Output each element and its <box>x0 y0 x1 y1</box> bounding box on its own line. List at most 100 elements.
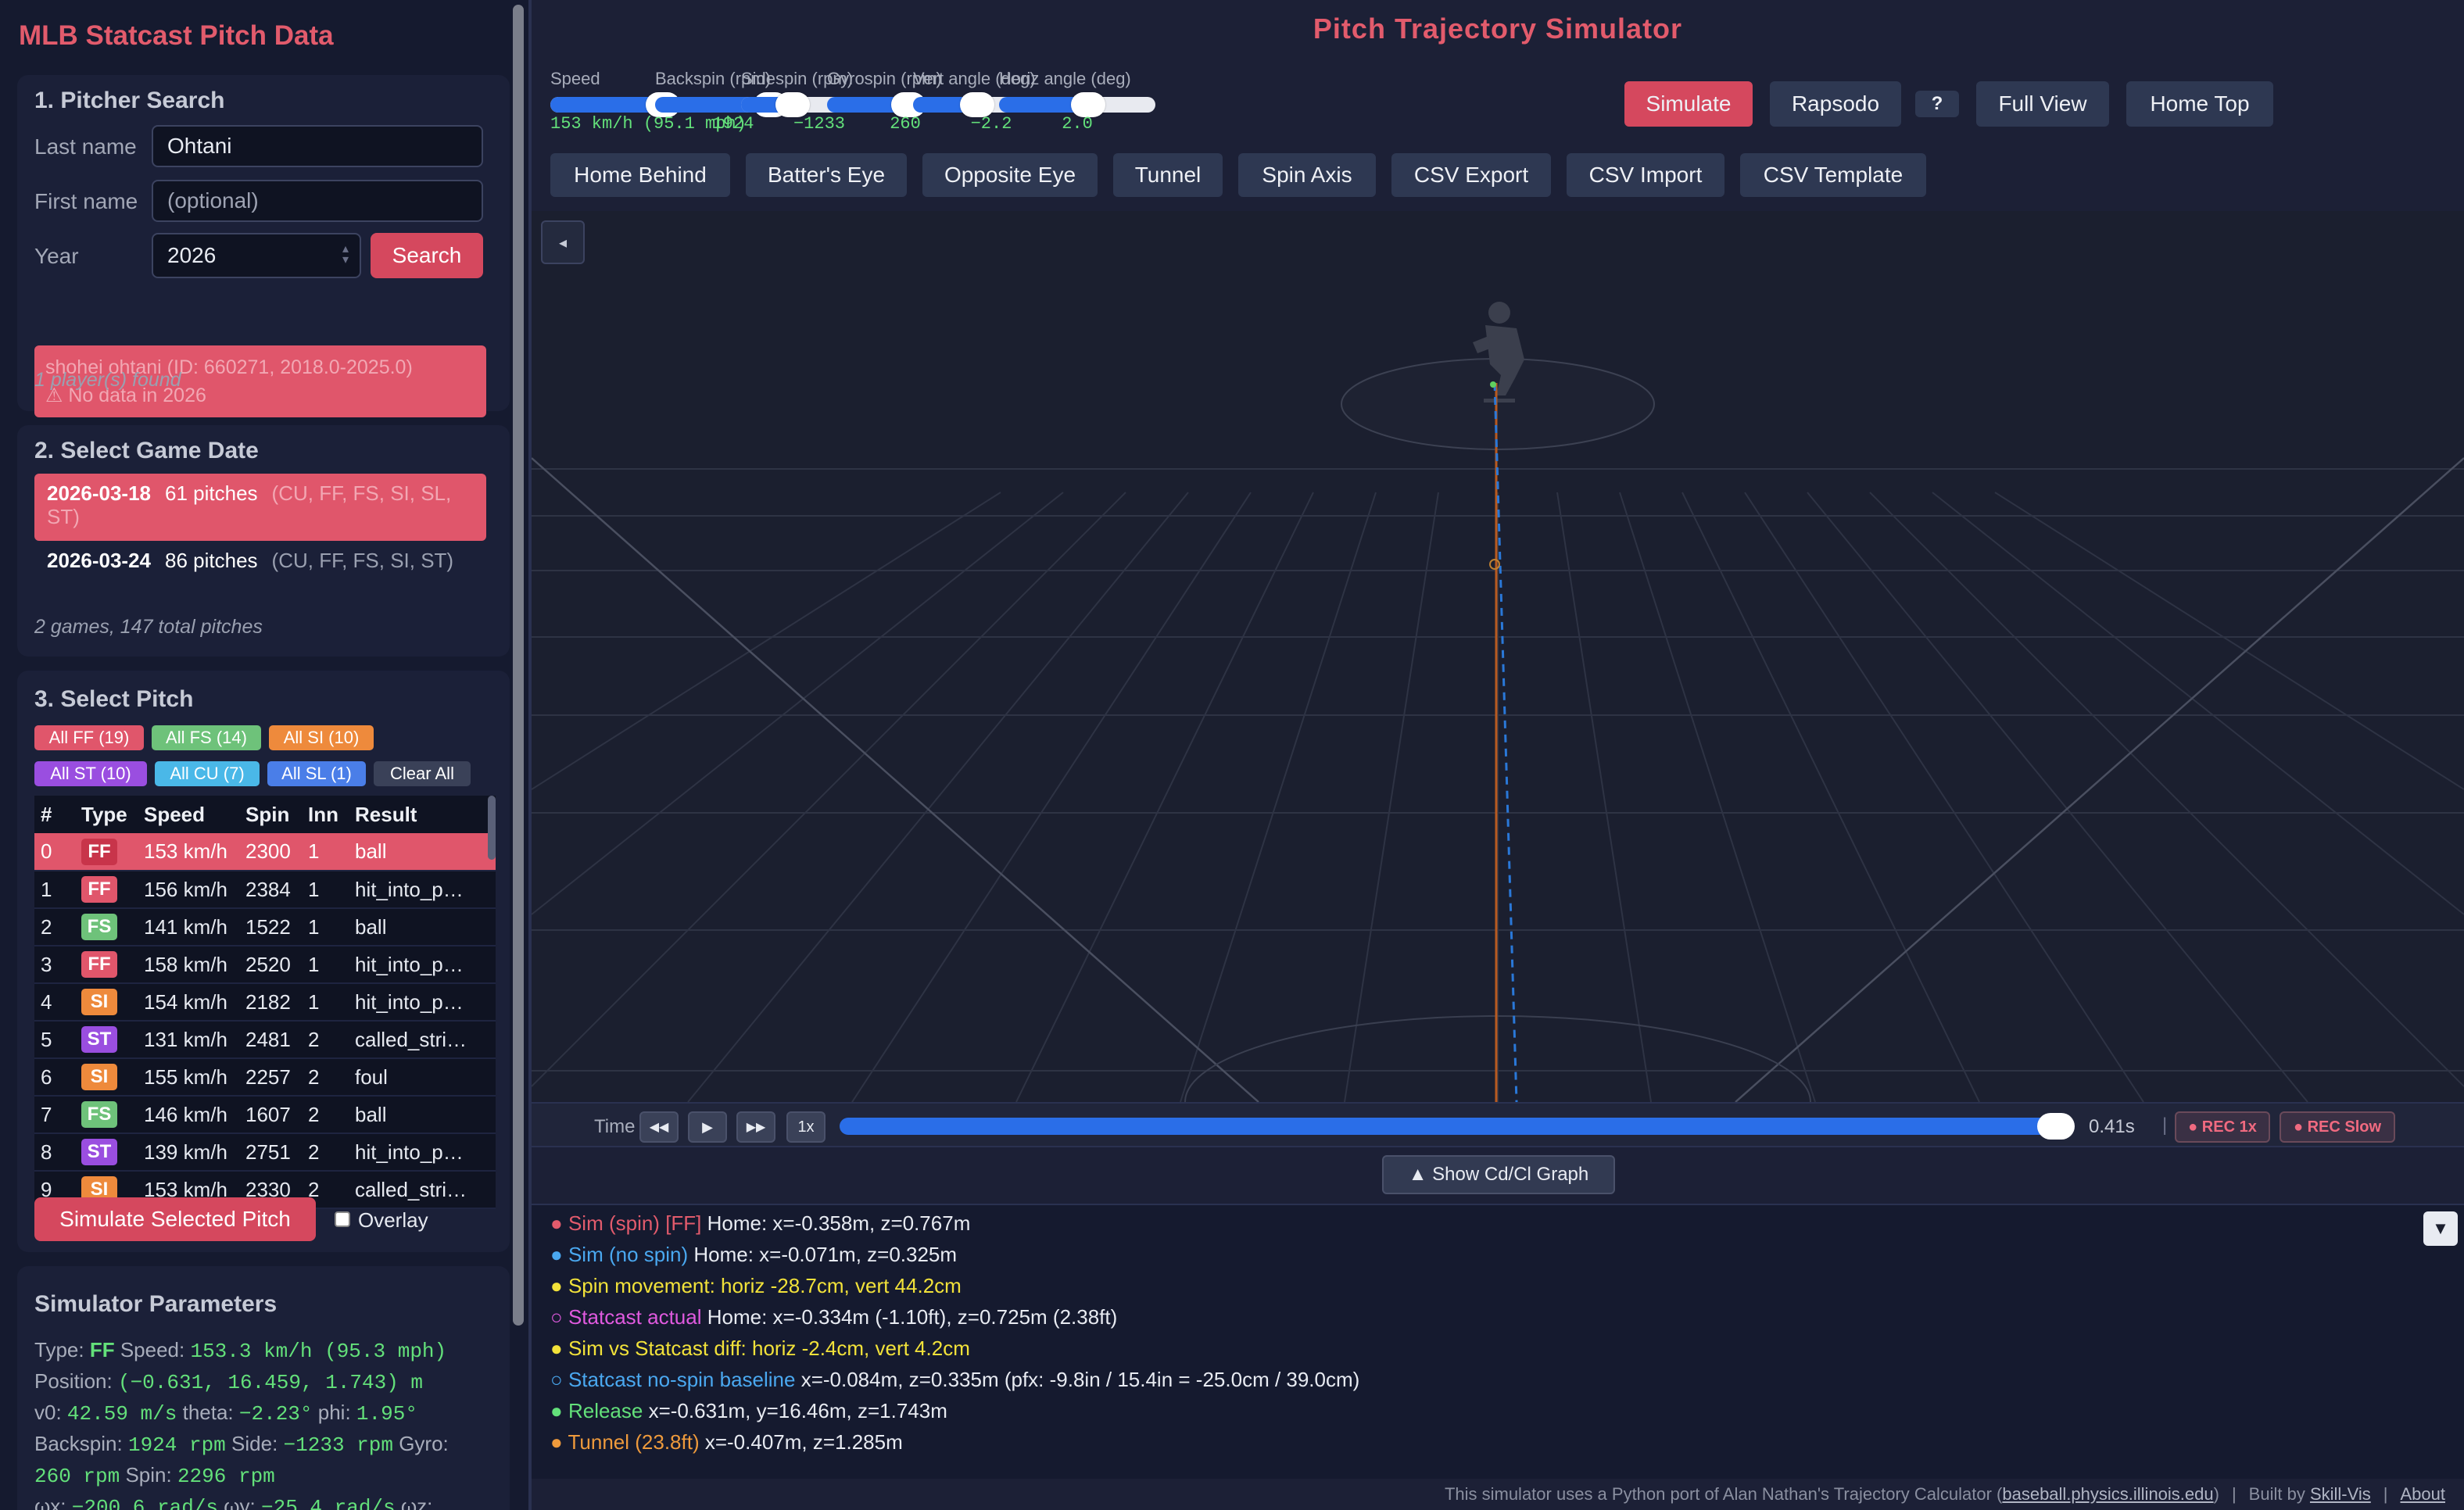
record-slow-button[interactable]: ● REC Slow <box>2280 1111 2395 1143</box>
pitch-inning: 2 <box>302 1058 349 1097</box>
game-item[interactable]: 2026-03-18 61 pitches (CU, FF, FS, SI, SL,… <box>34 474 486 541</box>
result-text: x=-0.631m, y=16.46m, z=1.743m <box>643 1399 947 1422</box>
playback-speed-button[interactable]: 1x <box>786 1111 826 1143</box>
show-graph-button[interactable]: ▲ Show Cd/Cl Graph <box>1382 1155 1615 1194</box>
pitch-row[interactable]: 6 SI 155 km/h 2257 2 foul <box>34 1058 496 1097</box>
pitch-row[interactable]: 8 ST 139 km/h 2751 2 hit_into_p… <box>34 1133 496 1172</box>
play-button[interactable]: ▶ <box>688 1111 727 1143</box>
result-bullet-icon: ● <box>550 1336 563 1360</box>
result-line: ○ Statcast no-spin baseline x=-0.084m, z… <box>550 1368 1359 1392</box>
chip-all-sl[interactable]: All SL (1) <box>267 761 366 786</box>
pitch-number: 7 <box>34 1096 75 1134</box>
game-date: 2026-03-24 <box>47 549 151 572</box>
col-inning[interactable]: Inn <box>302 796 349 833</box>
pitch-row[interactable]: 5 ST 131 km/h 2481 2 called_stri… <box>34 1021 496 1059</box>
pitch-number: 5 <box>34 1021 75 1059</box>
skill-vis-link[interactable]: Skill-Vis <box>2310 1484 2371 1504</box>
pitch-table-scrollbar[interactable] <box>488 796 496 860</box>
col-number[interactable]: # <box>34 796 75 833</box>
pitch-spin: 2481 <box>239 1021 302 1059</box>
col-speed[interactable]: Speed <box>138 796 239 833</box>
tunnel-button[interactable]: Tunnel <box>1113 153 1223 197</box>
collapse-panel-button[interactable]: ◂ <box>541 220 585 264</box>
pitch-type-badge: ST <box>81 1026 117 1053</box>
slider-value: 2.0 <box>1062 114 1093 134</box>
simulator-params-panel: Simulator Parameters Type: FF Speed: 153… <box>17 1266 510 1510</box>
pitch-row[interactable]: 2 FS 141 km/h 1522 1 ball <box>34 908 496 946</box>
year-spinner-icon[interactable]: ▴ ▾ <box>342 243 349 267</box>
result-bullet-icon: ● <box>550 1399 563 1422</box>
results-toggle-button[interactable]: ▼ <box>2423 1211 2458 1246</box>
about-link[interactable]: About <box>2401 1484 2446 1505</box>
first-name-input[interactable]: (optional) <box>152 180 483 222</box>
result-line: ● Spin movement: horiz -28.7cm, vert 44.… <box>550 1274 962 1298</box>
search-button[interactable]: Search <box>371 233 483 278</box>
help-button[interactable]: ? <box>1915 91 1959 117</box>
pitch-result: foul <box>349 1058 496 1097</box>
result-text: x=-0.407m, z=1.285m <box>699 1430 903 1454</box>
gyro-value: 260 rpm <box>34 1465 120 1488</box>
result-tag: Sim (no spin) <box>568 1243 689 1266</box>
left-panel-scrollbar[interactable] <box>513 5 524 1326</box>
chip-all-si[interactable]: All SI (10) <box>269 725 374 750</box>
year-input[interactable]: 2026 ▴ ▾ <box>152 233 361 278</box>
chip-all-cu[interactable]: All CU (7) <box>155 761 260 786</box>
chip-all-ff[interactable]: All FF (19) <box>34 725 144 750</box>
pitch-type: ST <box>75 1021 138 1059</box>
pitch-row[interactable]: 1 FF 156 km/h 2384 1 hit_into_p… <box>34 871 496 909</box>
gyro-label: Gyro: <box>399 1432 449 1455</box>
footer-separator: | <box>2231 1484 2237 1504</box>
pitch-result: called_stri… <box>349 1171 496 1209</box>
pitch-table: # Type Speed Spin Inn Result 0 FF 153 km/h… <box>34 796 496 1209</box>
rapsodo-button[interactable]: Rapsodo <box>1770 81 1901 127</box>
time-slider-track[interactable] <box>840 1118 2067 1135</box>
home-top-button[interactable]: Home Top <box>2126 81 2273 127</box>
simulate-selected-pitch-button[interactable]: Simulate Selected Pitch <box>34 1197 316 1241</box>
app-title: MLB Statcast Pitch Data <box>19 20 334 51</box>
home-behind-button[interactable]: Home Behind <box>550 153 730 197</box>
last-name-label: Last name <box>34 134 137 159</box>
result-tag: Tunnel (23.8ft) <box>568 1430 700 1454</box>
batters-eye-button[interactable]: Batter's Eye <box>746 153 907 197</box>
forward-button[interactable]: ▶▶ <box>736 1111 775 1143</box>
opposite-eye-button[interactable]: Opposite Eye <box>922 153 1098 197</box>
csv-export-button[interactable]: CSV Export <box>1391 153 1551 197</box>
col-type[interactable]: Type <box>75 796 138 833</box>
footer-text: This simulator uses a Python port of Ala… <box>1444 1484 2003 1504</box>
pitch-row[interactable]: 0 FF 153 km/h 2300 1 ball <box>34 833 496 871</box>
pitch-row[interactable]: 4 SI 154 km/h 2182 1 hit_into_p… <box>34 983 496 1022</box>
csv-import-button[interactable]: CSV Import <box>1567 153 1724 197</box>
chip-all-st[interactable]: All ST (10) <box>34 761 147 786</box>
overlay-checkbox[interactable] <box>335 1211 350 1227</box>
3d-viewport[interactable]: ◂ <box>532 211 2464 1102</box>
full-view-button[interactable]: Full View <box>1976 81 2109 127</box>
spin-axis-button[interactable]: Spin Axis <box>1238 153 1376 197</box>
result-text: x=-0.084m, z=0.335m (pfx: -9.8in / 15.4i… <box>795 1368 1360 1391</box>
result-line: ● Sim vs Statcast diff: horiz -2.4cm, ve… <box>550 1336 970 1361</box>
last-name-input[interactable]: Ohtani <box>152 125 483 167</box>
params-omega: ωx: −200.6 rad/s ωy: −25.4 rad/s ωz: <box>34 1494 432 1510</box>
position-value: (−0.631, 16.459, 1.743) m <box>117 1371 424 1394</box>
result-tag: Sim (spin) [FF] <box>568 1211 702 1235</box>
col-result[interactable]: Result <box>349 796 496 833</box>
time-slider-knob[interactable] <box>2037 1113 2075 1140</box>
chip-all-fs[interactable]: All FS (14) <box>152 725 261 750</box>
clear-all-button[interactable]: Clear All <box>374 761 471 786</box>
pitch-spin: 2300 <box>239 833 302 871</box>
simulate-button[interactable]: Simulate <box>1624 81 1753 127</box>
result-bullet-icon: ● <box>550 1274 563 1297</box>
record-1x-button[interactable]: ● REC 1x <box>2175 1111 2270 1143</box>
params-type-speed: Type: FF Speed: 153.3 km/h (95.3 mph) <box>34 1338 446 1363</box>
pitch-type-badge: SI <box>81 989 117 1015</box>
pitch-spin: 1607 <box>239 1096 302 1134</box>
rewind-button[interactable]: ◀◀ <box>639 1111 679 1143</box>
trajectory-calculator-link[interactable]: baseball.physics.illinois.edu <box>2002 1484 2213 1504</box>
pitch-number: 2 <box>34 908 75 946</box>
left-panel: MLB Statcast Pitch Data 1. Pitcher Searc… <box>0 0 532 1510</box>
pitch-row[interactable]: 7 FS 146 km/h 1607 2 ball <box>34 1096 496 1134</box>
pitch-type: FF <box>75 946 138 984</box>
game-item[interactable]: 2026-03-24 86 pitches (CU, FF, FS, SI, ST) <box>34 541 486 608</box>
csv-template-button[interactable]: CSV Template <box>1740 153 1926 197</box>
pitch-row[interactable]: 3 FF 158 km/h 2520 1 hit_into_p… <box>34 946 496 984</box>
col-spin[interactable]: Spin <box>239 796 302 833</box>
